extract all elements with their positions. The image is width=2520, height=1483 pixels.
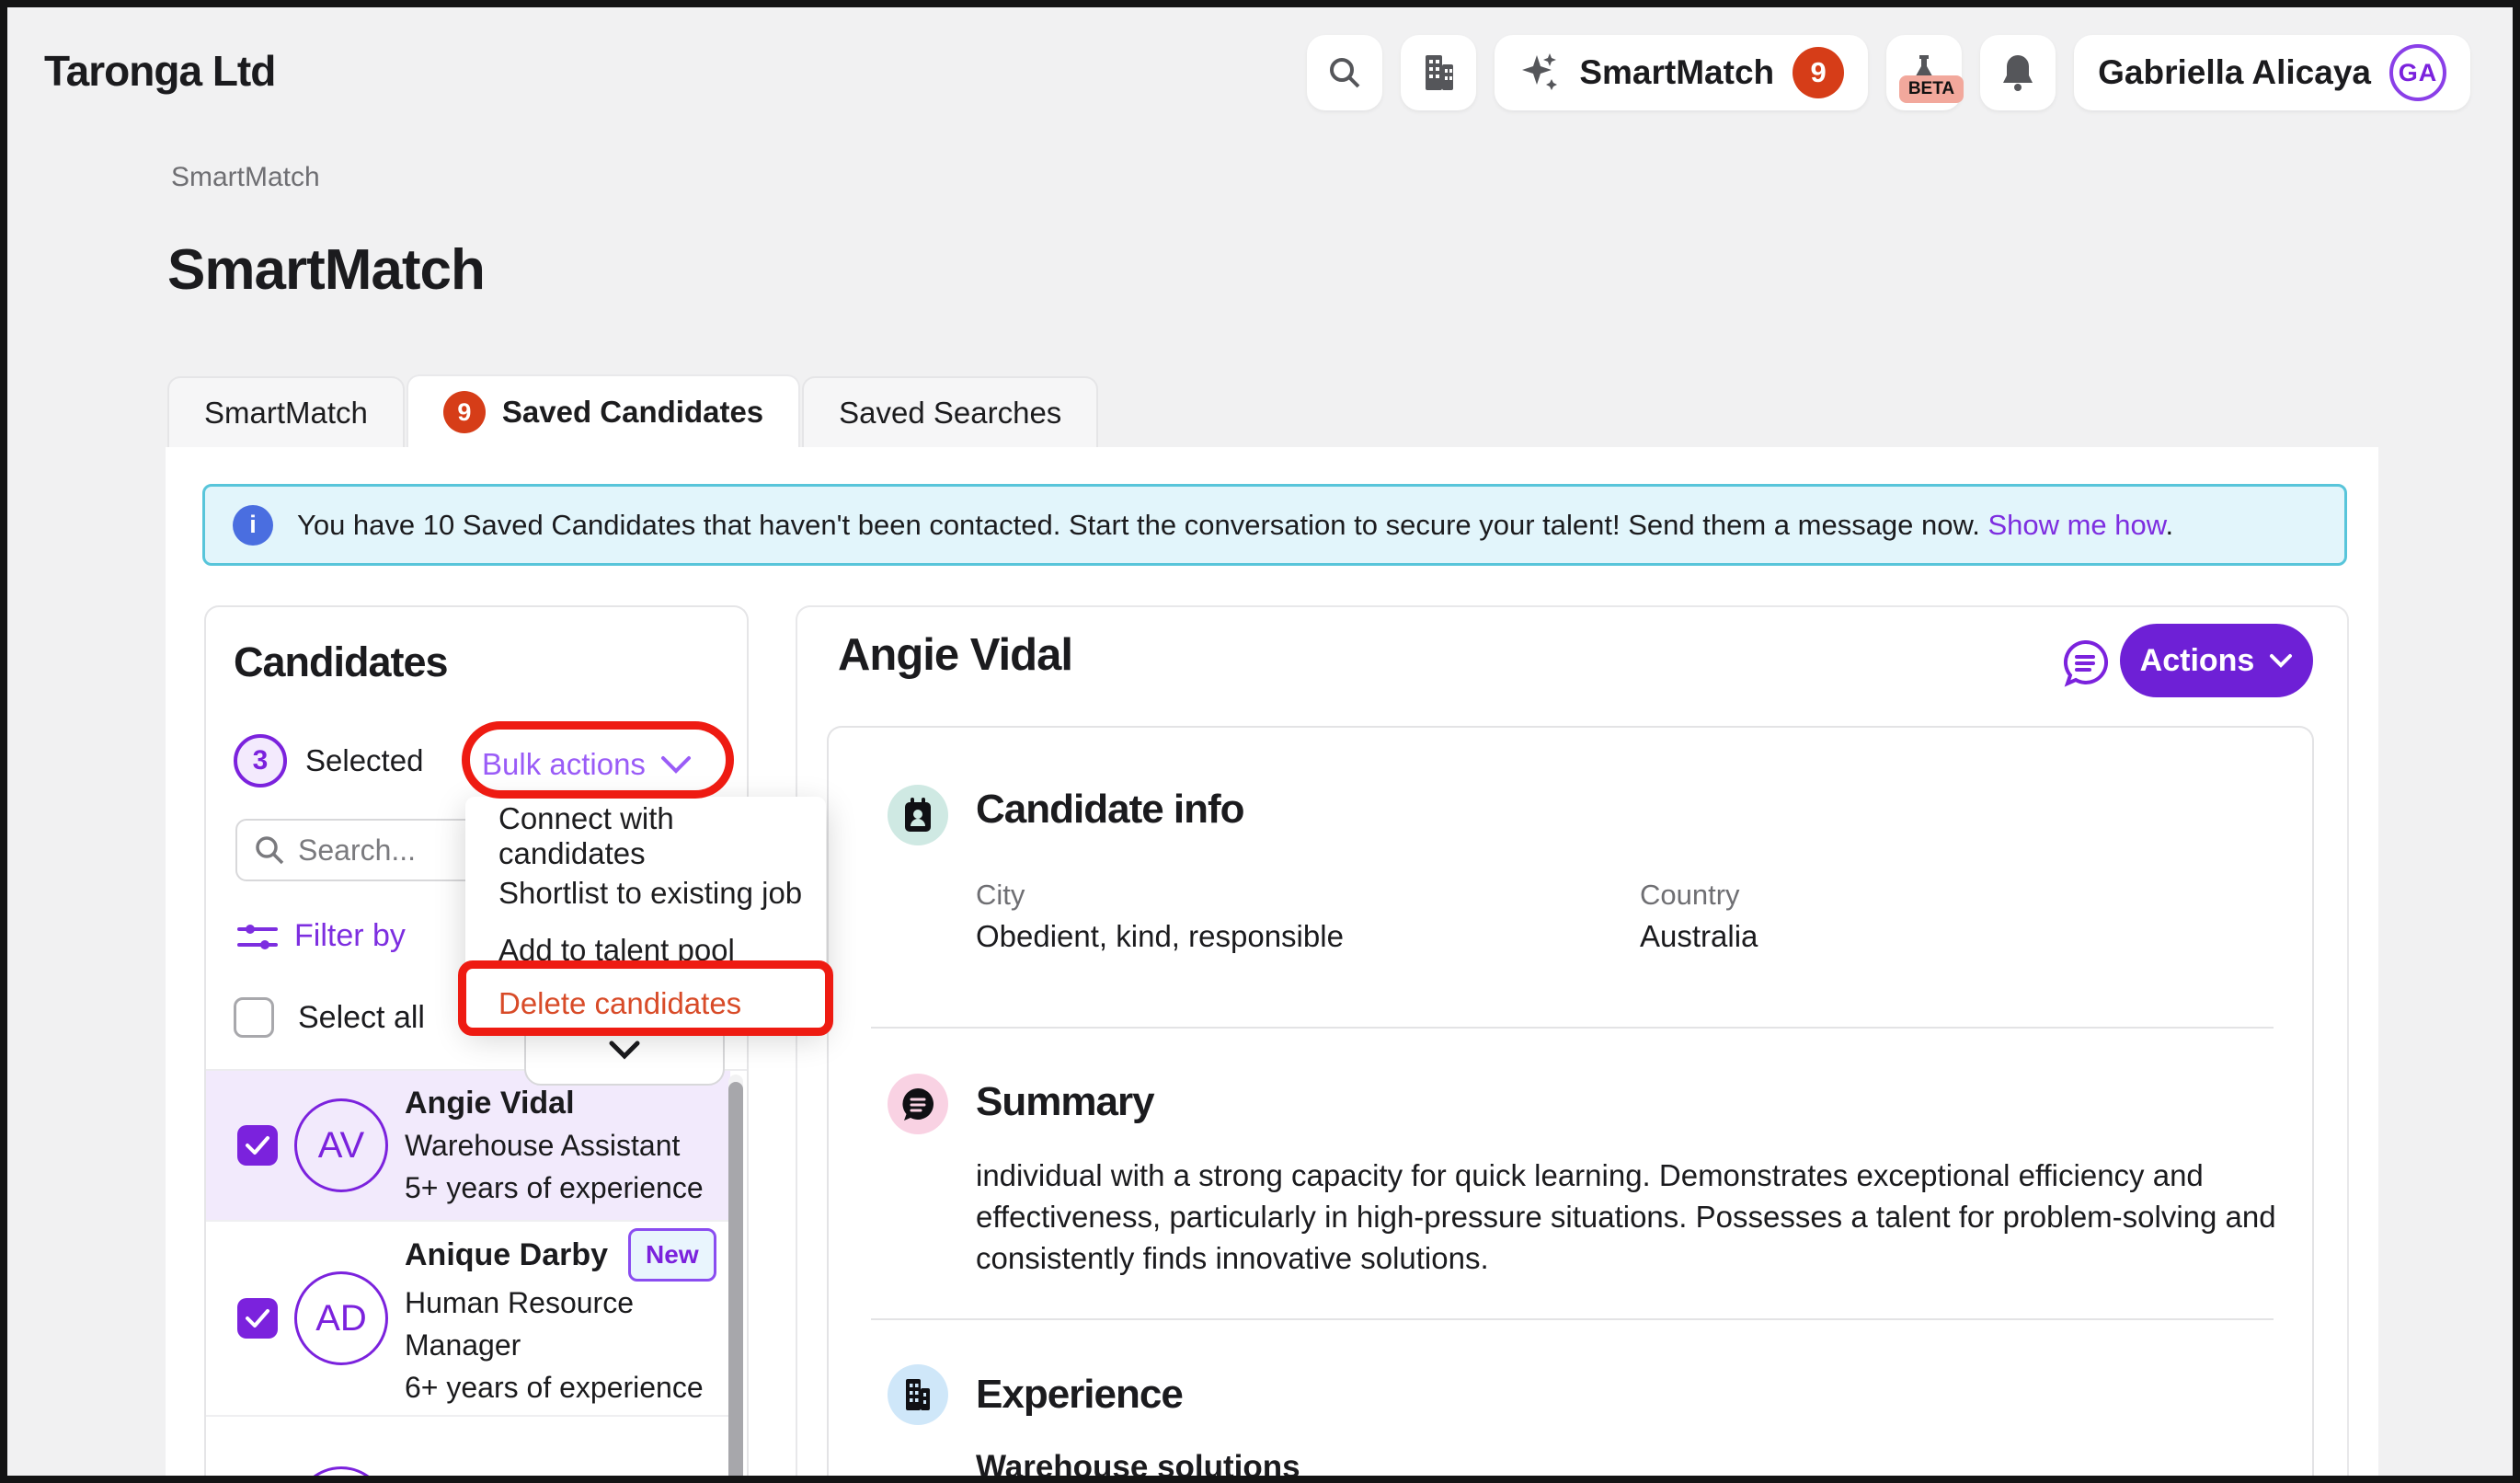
scrollbar-thumb[interactable] (728, 1082, 743, 1483)
tab-saved-searches[interactable]: Saved Searches (802, 376, 1098, 448)
candidate-name: Anique Darby (405, 1234, 608, 1276)
banner-text: You have 10 Saved Candidates that haven'… (297, 509, 2173, 542)
city-label: City (976, 879, 1025, 912)
tab-saved-candidates[interactable]: 9 Saved Candidates (407, 374, 800, 448)
banner-message: You have 10 Saved Candidates that haven'… (297, 509, 1980, 541)
company-logo: Taronga Ltd (44, 46, 275, 96)
menu-item-shortlist[interactable]: Shortlist to existing job (465, 865, 826, 922)
chevron-down-icon (609, 1040, 640, 1060)
candidate-name: Angie Vidal (405, 1082, 708, 1124)
info-banner: i You have 10 Saved Candidates that have… (202, 484, 2347, 566)
smartmatch-page: Taronga Ltd SmartMatch 9 (0, 0, 2520, 1483)
candidate-role: Warehouse Assistant (405, 1124, 708, 1167)
info-icon: i (233, 505, 273, 546)
new-badge: New (628, 1228, 716, 1282)
notifications-button[interactable] (1980, 35, 2056, 110)
smartmatch-header-label: SmartMatch (1579, 53, 1774, 92)
country-value: Australia (1640, 919, 1758, 954)
tab-label: Saved Searches (839, 396, 1061, 431)
avatar: GA (2389, 44, 2446, 101)
selected-count-badge: 3 (234, 734, 287, 787)
city-value: Obedient, kind, responsible (976, 919, 1344, 954)
select-all-label: Select all (298, 1000, 425, 1036)
page-title: SmartMatch (167, 237, 485, 303)
smartmatch-header-button[interactable]: SmartMatch 9 (1495, 35, 1868, 110)
section-divider (871, 1318, 2274, 1320)
show-me-how-link[interactable]: Show me how (1987, 509, 2165, 541)
tab-bar: SmartMatch 9 Saved Candidates Saved Sear… (167, 374, 1100, 448)
candidate-experience: 5+ years of experience (405, 1167, 708, 1209)
section-title-candidate-info: Candidate info (976, 787, 1244, 833)
tab-smartmatch[interactable]: SmartMatch (167, 376, 405, 448)
building-icon (1420, 53, 1457, 92)
selected-summary: 3 Selected (234, 734, 423, 787)
search-icon (254, 834, 285, 866)
list-scrollbar[interactable] (728, 1075, 743, 1483)
search-icon (1327, 55, 1362, 90)
avatar: AV (294, 1098, 388, 1192)
chevron-down-icon (2269, 652, 2293, 669)
experience-item: Warehouse solutions (976, 1449, 1300, 1483)
id-badge-icon (888, 785, 948, 845)
bulk-actions-dropdown[interactable]: Bulk actions (482, 747, 692, 782)
select-all-row: Select all (234, 997, 425, 1038)
company-directory-button[interactable] (1401, 35, 1476, 110)
avatar (294, 1466, 388, 1483)
section-title-experience: Experience (976, 1372, 1183, 1418)
candidate-row-angie-vidal[interactable]: AV Angie Vidal Warehouse Assistant 5+ ye… (206, 1071, 730, 1222)
check-icon (245, 1134, 270, 1156)
check-icon (245, 1307, 270, 1329)
candidate-detail-panel: Angie Vidal Actions Candidate info (796, 605, 2349, 1483)
filter-by-button[interactable]: Filter by (237, 918, 406, 954)
selected-label: Selected (305, 743, 423, 778)
candidate-detail-name: Angie Vidal (838, 629, 1072, 681)
tab-label: SmartMatch (204, 396, 368, 431)
candidate-details: Anique Darby New Human Resource Manager … (405, 1228, 716, 1408)
beta-badge: BETA (1899, 75, 1964, 103)
smartmatch-count-badge: 9 (1793, 47, 1844, 98)
menu-item-talent-pool[interactable]: Add to talent pool (465, 922, 826, 979)
search-button[interactable] (1307, 35, 1382, 110)
chevron-down-icon (660, 754, 692, 775)
section-title-summary: Summary (976, 1079, 1154, 1125)
candidate-row-phoebe[interactable]: Phoebe(Yi... New (206, 1417, 730, 1483)
breadcrumb[interactable]: SmartMatch (171, 162, 320, 193)
bell-icon (2000, 53, 2035, 92)
filter-by-label: Filter by (294, 918, 406, 954)
summary-text: individual with a strong capacity for qu… (976, 1155, 2291, 1279)
menu-item-delete-candidates[interactable]: Delete candidates (465, 975, 826, 1032)
select-all-checkbox[interactable] (234, 997, 274, 1038)
candidate-detail-card: Candidate info City Obedient, kind, resp… (827, 726, 2314, 1483)
row-checkbox-checked[interactable] (237, 1125, 278, 1166)
candidate-list: AV Angie Vidal Warehouse Assistant 5+ ye… (206, 1071, 730, 1483)
candidate-row-anique-darby[interactable]: AD Anique Darby New Human Resource Manag… (206, 1222, 730, 1417)
bulk-actions-menu: Connect with candidates Shortlist to exi… (465, 797, 826, 1029)
experience-building-icon (888, 1364, 948, 1425)
summary-bubble-icon (888, 1074, 948, 1134)
menu-item-connect[interactable]: Connect with candidates (465, 808, 826, 865)
row-checkbox-checked[interactable] (237, 1298, 278, 1339)
country-label: Country (1640, 879, 1740, 912)
avatar: AD (294, 1271, 388, 1365)
candidate-role: Human Resource Manager (405, 1282, 708, 1366)
filter-sliders-icon (237, 920, 278, 953)
bulk-actions-label: Bulk actions (482, 747, 646, 782)
banner-suffix: . (2165, 509, 2173, 541)
beta-lab-button[interactable]: BETA (1886, 35, 1962, 110)
profile-button[interactable]: Gabriella Alicaya GA (2074, 35, 2470, 110)
candidate-details: Angie Vidal Warehouse Assistant 5+ years… (405, 1082, 708, 1209)
sparkle-icon (1518, 52, 1561, 94)
profile-name: Gabriella Alicaya (2098, 53, 2371, 92)
candidates-title: Candidates (234, 638, 448, 686)
candidate-experience: 6+ years of experience (405, 1366, 708, 1408)
tab-label: Saved Candidates (502, 395, 763, 430)
candidates-panel: Candidates 3 Selected Bulk actions Filte… (204, 605, 749, 1483)
section-divider (871, 1027, 2274, 1029)
actions-label: Actions (2140, 643, 2255, 679)
message-icon[interactable] (2059, 637, 2111, 693)
saved-candidates-count-badge: 9 (443, 391, 486, 433)
actions-button[interactable]: Actions (2120, 624, 2313, 697)
header-actions: SmartMatch 9 BETA Gabriella Alicaya GA (1307, 35, 2470, 110)
